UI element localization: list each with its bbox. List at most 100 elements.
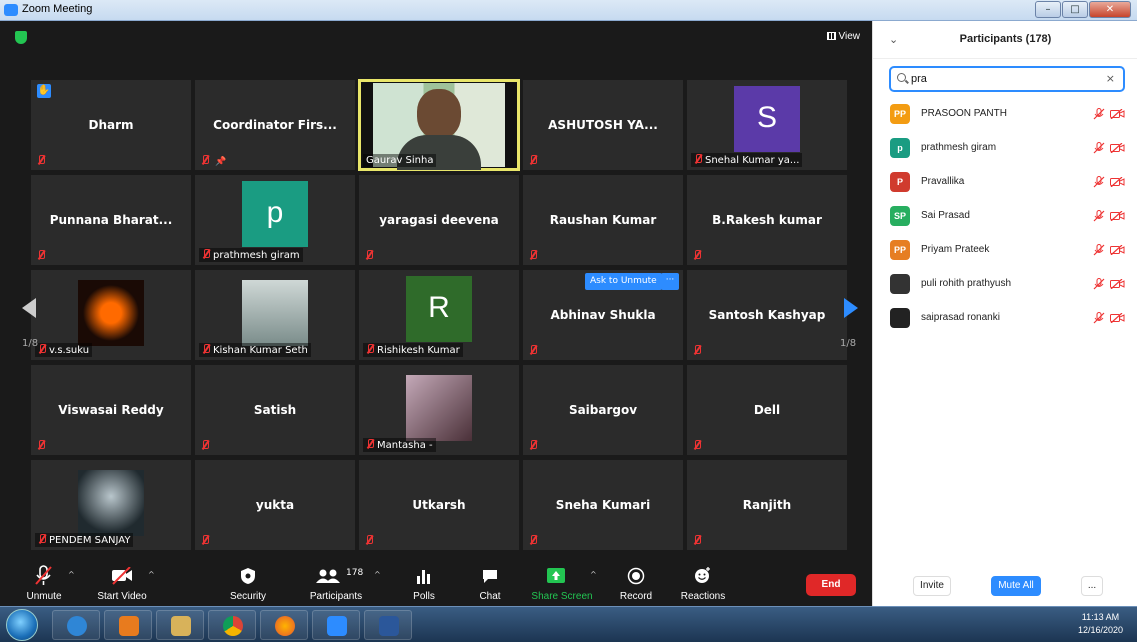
participants-count: 178 [346, 568, 364, 578]
security-button[interactable]: Security [226, 561, 270, 606]
participant-name: v.s.suku [49, 345, 90, 356]
reactions-button[interactable]: Reactions [680, 561, 726, 606]
maximize-button[interactable]: □ [1062, 1, 1088, 18]
tile-more-button[interactable]: ··· [661, 273, 679, 290]
reactions-label: Reactions [680, 591, 726, 602]
video-tile[interactable]: PENDEM SANJAY [31, 460, 191, 550]
end-meeting-button[interactable]: End [806, 574, 856, 596]
video-tile[interactable]: Punnana Bharat... [31, 175, 191, 265]
mic-muted-icon [202, 344, 210, 354]
video-tile[interactable]: v.s.suku [31, 270, 191, 360]
caret-up-icon[interactable]: ^ [68, 570, 75, 579]
video-tile[interactable]: Dell [687, 365, 847, 455]
avatar: PP [890, 104, 910, 124]
participant-row[interactable]: PP Priyam Prateek [873, 234, 1137, 268]
start-video-label: Start Video [97, 591, 147, 602]
video-tile[interactable]: Santosh Kashyap [687, 270, 847, 360]
participant-name: puli rohith prathyush [921, 278, 1012, 289]
participant-name: Rishikesh Kumar [377, 345, 460, 356]
participant-row[interactable]: p prathmesh giram [873, 132, 1137, 166]
participant-name: Gaurav Sinha [366, 155, 434, 166]
participant-name: Coordinator Firs... [213, 118, 337, 132]
next-page-button[interactable]: 1/8 [824, 278, 872, 368]
start-button[interactable] [6, 609, 38, 641]
video-tile[interactable]: Utkarsh [359, 460, 519, 550]
taskbar-explorer[interactable] [156, 610, 204, 640]
view-button[interactable]: View [826, 31, 860, 42]
invite-button[interactable]: Invite [913, 576, 951, 596]
participants-icon [316, 569, 340, 583]
video-tile[interactable]: Dharm ✋ [31, 80, 191, 170]
caret-up-icon[interactable]: ^ [374, 570, 381, 579]
participant-row[interactable]: SP Sai Prasad [873, 200, 1137, 234]
caret-up-icon[interactable]: ^ [590, 570, 597, 579]
media-player-icon [119, 616, 139, 636]
mic-muted-icon [1093, 108, 1105, 120]
video-tile[interactable]: Raushan Kumar [523, 175, 683, 265]
participant-row[interactable]: saiprasad ronanki [873, 302, 1137, 336]
mute-all-button[interactable]: Mute All [991, 576, 1041, 596]
video-tile[interactable]: Mantasha - [359, 365, 519, 455]
participant-name: Sai Prasad [921, 210, 970, 221]
ask-to-unmute-button[interactable]: Ask to Unmute [585, 273, 662, 290]
close-button[interactable]: ✕ [1089, 1, 1131, 18]
video-tile[interactable]: R Rishikesh Kumar [359, 270, 519, 360]
video-tile[interactable]: Saibargov [523, 365, 683, 455]
participant-name: Abhinav Shukla [550, 308, 656, 322]
participants-button[interactable]: 178 ^ Participants [304, 561, 381, 606]
arrow-left-icon [22, 298, 36, 318]
video-tile[interactable]: Kishan Kumar Seth [195, 270, 355, 360]
clear-search-icon[interactable]: × [1106, 72, 1115, 85]
share-screen-label: Share Screen [531, 591, 593, 602]
start-video-button[interactable]: ^ Start Video [90, 561, 155, 606]
participant-name: ASHUTOSH YA... [548, 118, 658, 132]
share-screen-icon [547, 568, 565, 583]
minimize-button[interactable]: – [1035, 1, 1061, 18]
video-tile[interactable]: Ranjith [687, 460, 847, 550]
taskbar-ie[interactable] [52, 610, 100, 640]
share-screen-button[interactable]: ^ Share Screen [530, 561, 597, 606]
participant-row[interactable]: puli rohith prathyush [873, 268, 1137, 302]
participant-name: Viswasai Reddy [58, 403, 164, 417]
mic-muted-icon [693, 345, 701, 355]
taskbar-chrome[interactable] [208, 610, 256, 640]
video-tile[interactable]: yukta [195, 460, 355, 550]
video-off-icon [1110, 211, 1125, 221]
record-button[interactable]: Record [616, 561, 656, 606]
taskbar-zoom[interactable] [312, 610, 360, 640]
panel-more-button[interactable]: ... [1081, 576, 1103, 596]
video-off-icon [1110, 313, 1125, 323]
taskbar-word[interactable] [364, 610, 412, 640]
participant-row[interactable]: PP PRASOON PANTH [873, 98, 1137, 132]
meeting-area: View Dharm ✋ Coordinator Firs... 📌 Gaurav Si… [0, 21, 872, 561]
search-input[interactable] [911, 71, 1091, 87]
video-tile[interactable]: p prathmesh giram [195, 175, 355, 265]
mic-muted-icon [37, 250, 45, 260]
mic-muted-icon [37, 440, 45, 450]
caret-up-icon[interactable]: ^ [148, 570, 155, 579]
video-tile[interactable]: S Snehal Kumar ya... [687, 80, 847, 170]
video-tile[interactable]: B.Rakesh kumar [687, 175, 847, 265]
unmute-button[interactable]: ^ Unmute [16, 561, 75, 606]
video-tile[interactable]: yaragasi deevena [359, 175, 519, 265]
video-tile[interactable]: Coordinator Firs... 📌 [195, 80, 355, 170]
video-tile[interactable]: Gaurav Sinha [358, 79, 520, 171]
video-tile[interactable]: Viswasai Reddy [31, 365, 191, 455]
video-tile[interactable]: Satish [195, 365, 355, 455]
video-tile[interactable]: ASHUTOSH YA... [523, 80, 683, 170]
participant-row[interactable]: P Pravallika [873, 166, 1137, 200]
chat-button[interactable]: Chat [470, 561, 510, 606]
clock[interactable]: 11:13 AM 12/16/2020 [1078, 611, 1123, 637]
video-tile[interactable]: Sneha Kumari [523, 460, 683, 550]
taskbar-media[interactable] [104, 610, 152, 640]
participant-name: Sneha Kumari [555, 498, 651, 512]
participant-name: Dharm [88, 118, 134, 132]
participant-name: Pravallika [921, 176, 965, 187]
polls-label: Polls [413, 591, 435, 602]
encryption-shield-icon[interactable] [15, 31, 27, 44]
prev-page-button[interactable]: 1/8 [0, 278, 48, 368]
participant-name: Dell [753, 403, 781, 417]
taskbar-firefox[interactable] [260, 610, 308, 640]
polls-button[interactable]: Polls [404, 561, 444, 606]
participant-name: prathmesh giram [213, 250, 300, 261]
